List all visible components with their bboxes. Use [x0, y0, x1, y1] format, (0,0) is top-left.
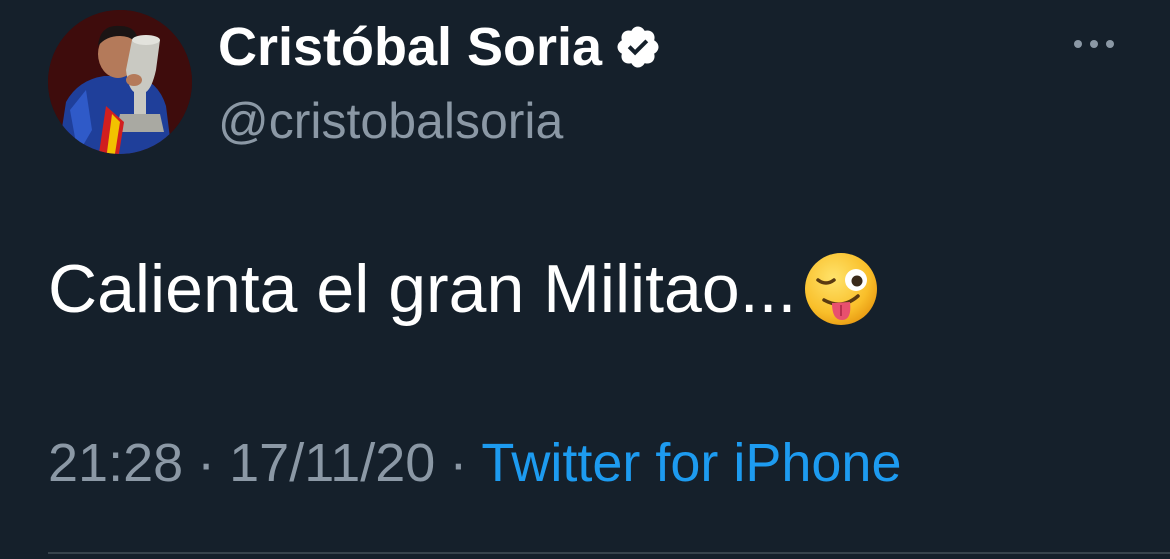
- display-name-row[interactable]: Cristóbal Soria: [218, 12, 662, 82]
- avatar[interactable]: [48, 10, 192, 154]
- divider: [48, 552, 1170, 554]
- tweet-card: Cristóbal Soria @cristobalsoria Calienta…: [0, 0, 1170, 559]
- winking-face-with-tongue-icon: [802, 250, 880, 328]
- display-name[interactable]: Cristóbal Soria: [218, 16, 602, 78]
- more-dot: [1106, 40, 1114, 48]
- tweet-date[interactable]: 17/11/20: [229, 432, 435, 494]
- more-options-icon[interactable]: [1066, 24, 1122, 64]
- more-dot: [1090, 40, 1098, 48]
- tweet-source-link[interactable]: Twitter for iPhone: [481, 432, 901, 494]
- tweet-text: Calienta el gran Militao...: [48, 250, 880, 328]
- verified-badge-icon: [614, 23, 662, 71]
- tweet-meta: 21:28 · 17/11/20 · Twitter for iPhone: [48, 432, 902, 494]
- more-dot: [1074, 40, 1082, 48]
- meta-separator: ·: [449, 433, 468, 493]
- tweet-time[interactable]: 21:28: [48, 432, 183, 494]
- user-handle[interactable]: @cristobalsoria: [218, 92, 563, 150]
- meta-separator: ·: [197, 433, 216, 493]
- tweet-text-content: Calienta el gran Militao...: [48, 251, 797, 327]
